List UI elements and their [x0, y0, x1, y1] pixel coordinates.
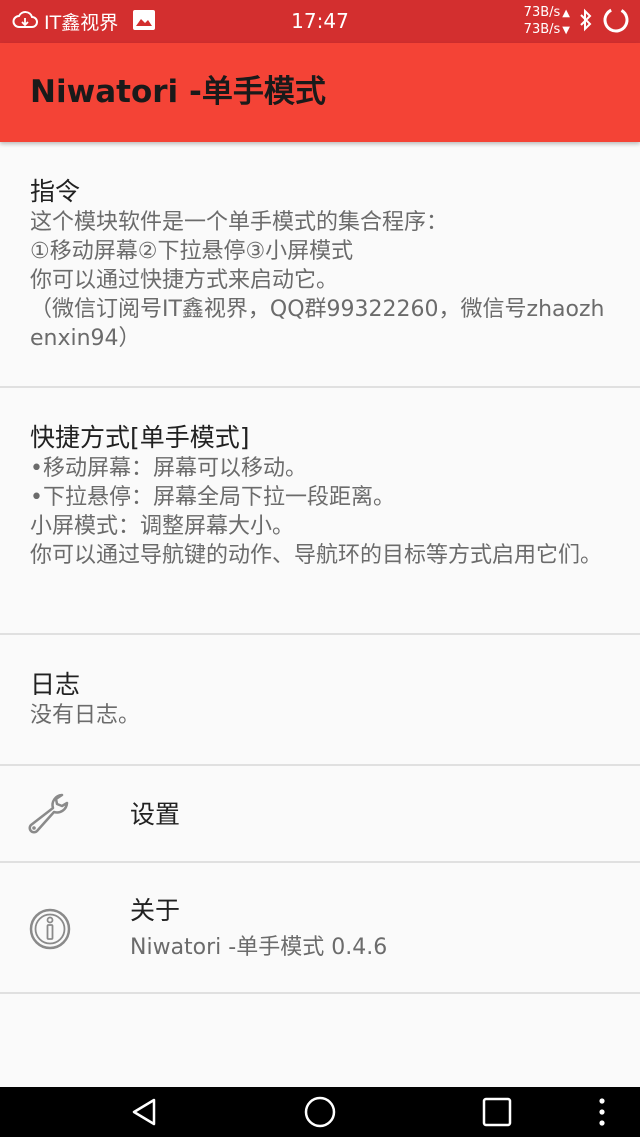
wrench-icon: [22, 787, 78, 843]
down-arrow-icon: ▼: [562, 24, 570, 36]
pref-shortcut-title: 快捷方式[单手模式]: [30, 423, 250, 452]
pref-settings[interactable]: 设置: [0, 766, 640, 863]
network-speed: 73B/s ▲ 73B/s ▼: [524, 5, 570, 39]
pref-instructions-title: 指令: [30, 177, 81, 206]
app-bar: Niwatori -单手模式: [0, 43, 640, 142]
status-bar: IT鑫视界 17:47 73B/s ▲ 73B/s ▼: [0, 0, 640, 43]
pref-log-title: 日志: [30, 670, 81, 699]
pref-about-title: 关于: [130, 896, 181, 925]
preference-list[interactable]: 指令 这个模块软件是一个单手模式的集合程序： ①移动屏幕②下拉悬停③小屏模式 你…: [0, 142, 640, 1087]
navigation-bar: [0, 1087, 640, 1137]
pref-log-summary: 没有日志。: [30, 703, 141, 728]
pref-settings-title: 设置: [130, 799, 181, 829]
status-right: 73B/s ▲ 73B/s ▼: [524, 0, 630, 43]
up-arrow-icon: ▲: [562, 7, 570, 19]
pref-instructions-summary: 这个模块软件是一个单手模式的集合程序： ①移动屏幕②下拉悬停③小屏模式 你可以通…: [30, 210, 605, 351]
app-title: Niwatori -单手模式: [30, 74, 326, 110]
screen: IT鑫视界 17:47 73B/s ▲ 73B/s ▼ Niwatori -单手…: [0, 0, 640, 1137]
menu-icon[interactable]: [582, 1087, 622, 1137]
pref-about-summary: Niwatori -单手模式 0.4.6: [130, 935, 388, 960]
pref-shortcut[interactable]: 快捷方式[单手模式] •移动屏幕：屏幕可以移动。 •下拉悬停：屏幕全局下拉一段距…: [0, 388, 640, 635]
net-up-value: 73B/s: [523, 4, 561, 20]
net-down-value: 73B/s: [523, 21, 561, 37]
pref-instructions[interactable]: 指令 这个模块软件是一个单手模式的集合程序： ①移动屏幕②下拉悬停③小屏模式 你…: [0, 142, 640, 388]
pref-about[interactable]: 关于 Niwatori -单手模式 0.4.6: [0, 863, 640, 994]
pref-log[interactable]: 日志 没有日志。: [0, 635, 640, 766]
pref-shortcut-summary: •移动屏幕：屏幕可以移动。 •下拉悬停：屏幕全局下拉一段距离。 小屏模式：调整屏…: [30, 456, 603, 568]
loading-ring-icon: [602, 6, 630, 38]
recents-icon[interactable]: [472, 1087, 522, 1137]
home-icon[interactable]: [295, 1087, 345, 1137]
info-icon: [22, 901, 78, 957]
bluetooth-icon: [578, 8, 594, 36]
back-icon[interactable]: [120, 1087, 170, 1137]
